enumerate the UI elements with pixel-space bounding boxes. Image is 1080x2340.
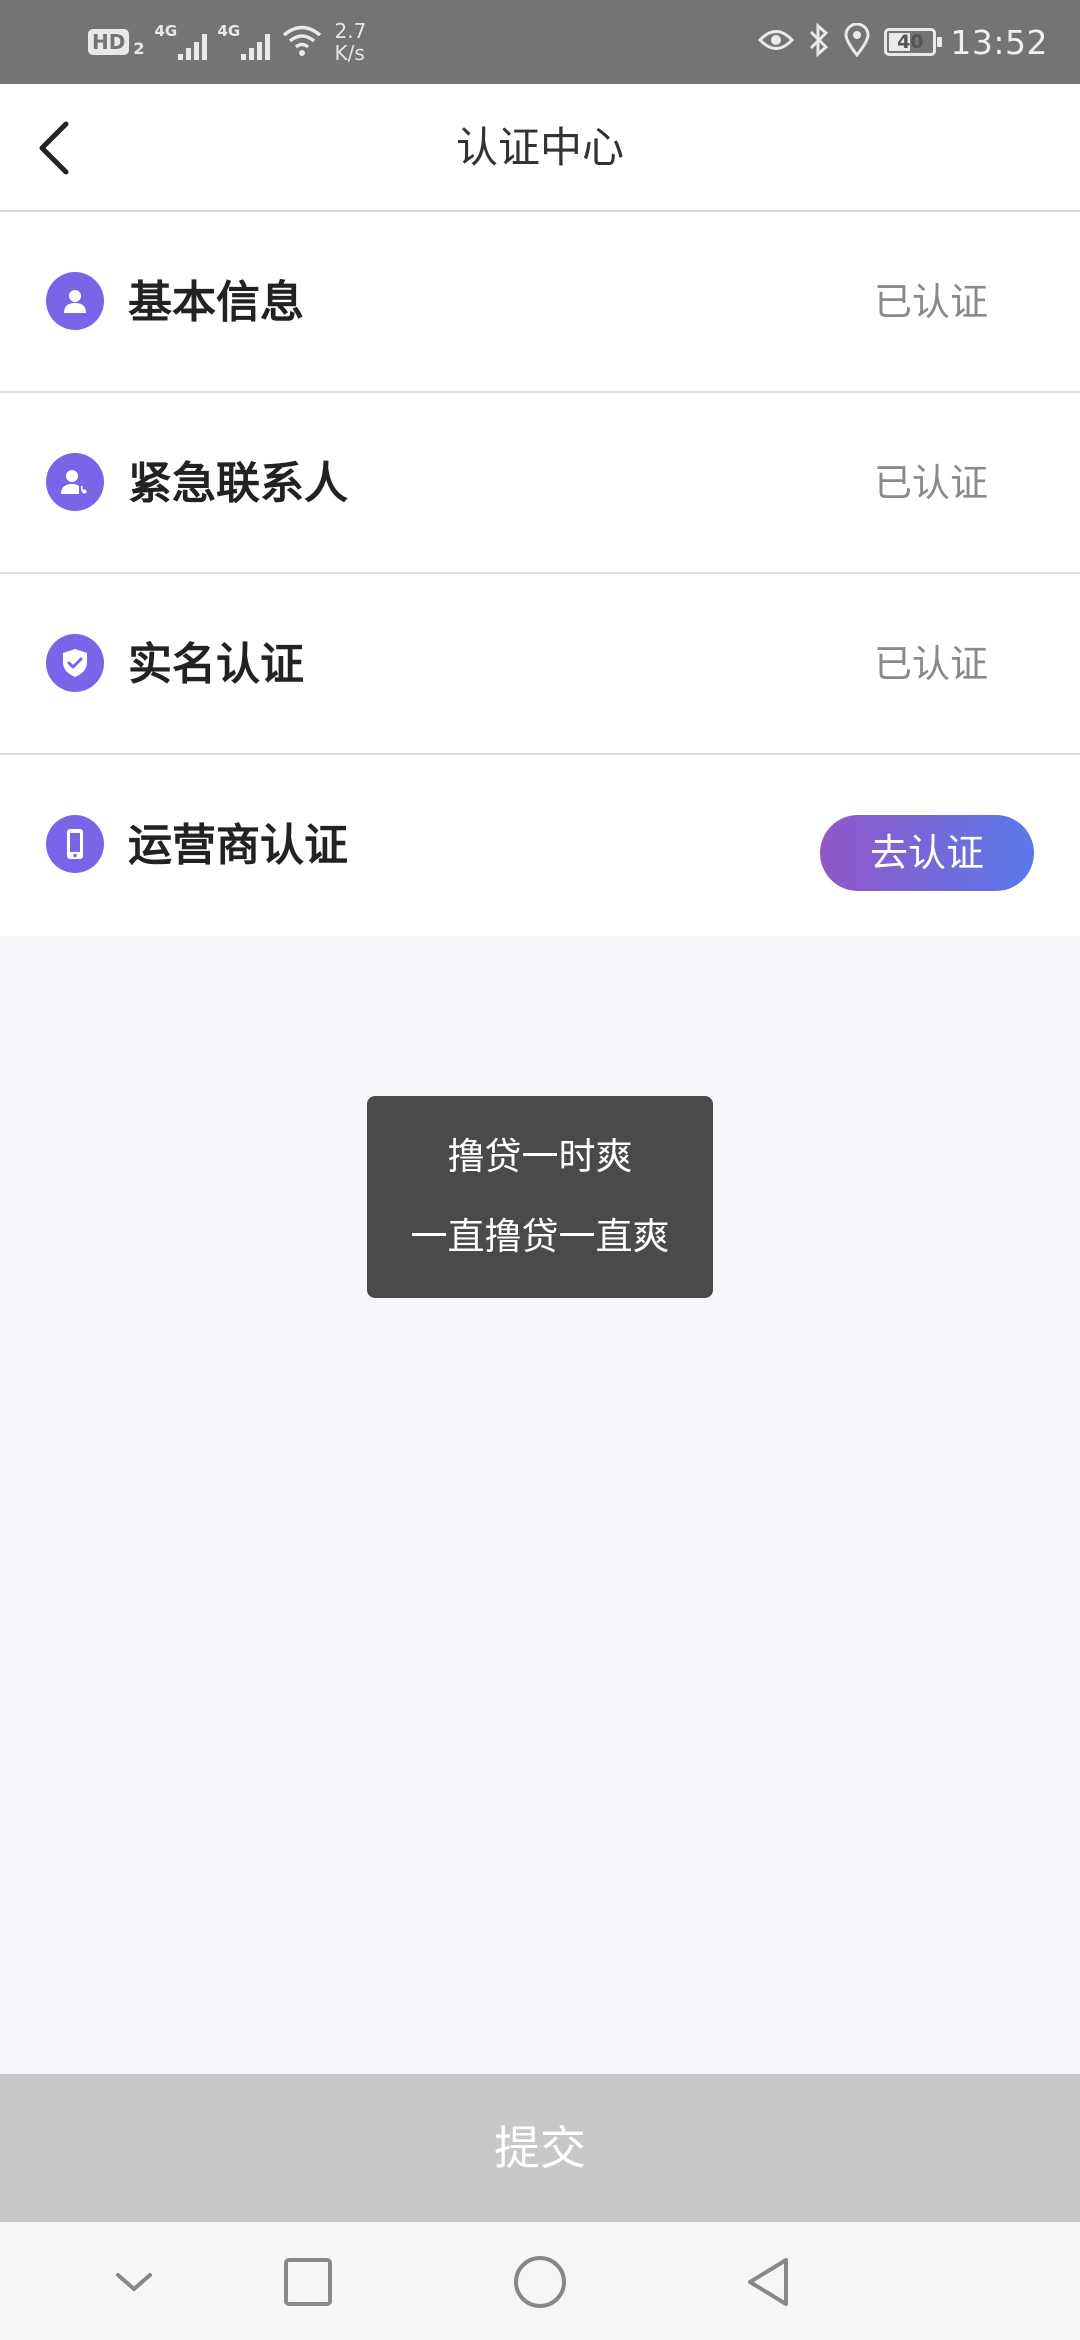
toast-line-1: 撸贷一时爽 <box>447 1135 633 1178</box>
status-bar: HD 2 4G 4G 2.7 K/s 40 13:52 <box>0 0 1080 84</box>
nav-recents-button[interactable] <box>268 2242 348 2322</box>
chevron-down-icon <box>116 2273 152 2292</box>
speed-unit: K/s <box>334 41 365 65</box>
wifi-icon <box>282 23 322 61</box>
network-speed: 2.7 K/s <box>334 20 366 64</box>
circle-icon <box>514 2256 566 2308</box>
signal-icon: 4G <box>154 22 208 60</box>
row-emergency-contact[interactable]: 紧急联系人 已认证 <box>0 393 1080 574</box>
system-nav-bar <box>0 2222 1080 2340</box>
contact-phone-icon <box>46 453 104 511</box>
mobile-phone-icon <box>46 815 104 873</box>
row-real-name[interactable]: 实名认证 已认证 <box>0 574 1080 755</box>
toast-message: 撸贷一时爽 一直撸贷一直爽 <box>367 1096 713 1298</box>
row-label: 紧急联系人 <box>128 458 348 509</box>
row-label: 实名认证 <box>128 639 304 690</box>
page-title: 认证中心 <box>455 123 624 172</box>
square-icon <box>284 2258 332 2306</box>
row-label: 基本信息 <box>128 277 304 328</box>
nav-home-button[interactable] <box>500 2242 580 2322</box>
verification-list: 基本信息 已认证 紧急联系人 已认证 实名认证 已认证 运营商认证 去认证 <box>0 212 1080 936</box>
signal-icon: 4G <box>217 22 271 60</box>
clock: 13:52 <box>950 22 1048 62</box>
toast-line-2: 一直撸贷一直爽 <box>410 1215 670 1258</box>
status-text: 已认证 <box>873 280 988 324</box>
network-type-label: 4G <box>217 22 241 40</box>
row-basic-info[interactable]: 基本信息 已认证 <box>0 212 1080 393</box>
status-left: HD 2 4G 4G 2.7 K/s <box>88 16 366 68</box>
status-text: 已认证 <box>873 461 988 505</box>
battery-icon: 40 <box>884 28 943 56</box>
eye-icon <box>758 27 795 57</box>
app-header: 认证中心 <box>0 84 1080 212</box>
nav-hide-button[interactable] <box>94 2242 174 2322</box>
status-right: 40 13:52 <box>758 16 1048 68</box>
triangle-back-icon <box>748 2258 788 2306</box>
row-label: 运营商认证 <box>128 820 348 871</box>
network-type-label: 4G <box>154 22 178 40</box>
user-icon <box>46 272 104 330</box>
row-carrier: 运营商认证 去认证 <box>0 755 1080 936</box>
status-text: 已认证 <box>873 642 988 686</box>
hd-voice-badge: HD <box>88 29 130 55</box>
sim-slot-number: 2 <box>133 38 145 58</box>
submit-button[interactable]: 提交 <box>0 2074 1080 2222</box>
speed-value: 2.7 <box>334 19 367 43</box>
bluetooth-icon <box>808 22 830 61</box>
shield-check-icon <box>46 634 104 692</box>
nav-back-button[interactable] <box>728 2242 808 2322</box>
battery-level: 40 <box>897 31 924 53</box>
verify-button[interactable]: 去认证 <box>820 815 1034 891</box>
location-icon <box>844 22 870 61</box>
